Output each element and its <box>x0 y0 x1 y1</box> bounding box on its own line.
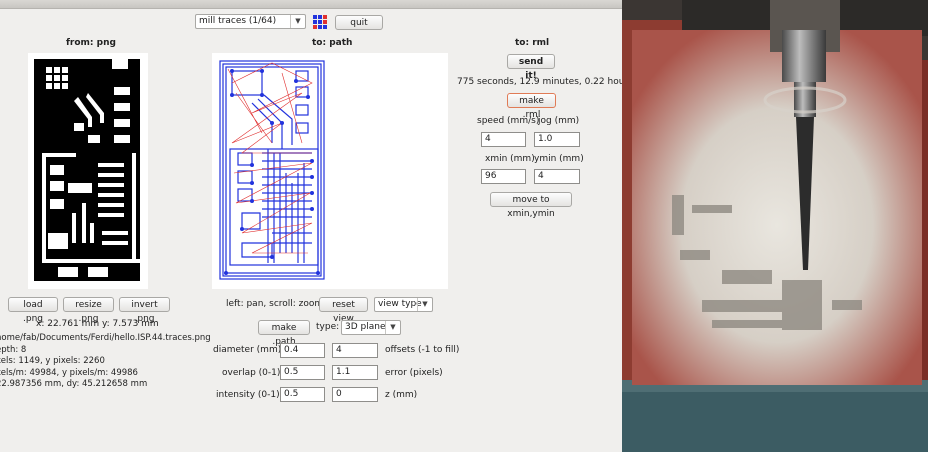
color-grid-icon[interactable] <box>312 14 328 30</box>
png-info-line: home/fab/Documents/Ferdi/hello.ISP.44.tr… <box>0 333 211 343</box>
chevron-down-icon: ▼ <box>290 15 305 28</box>
diameter-label: diameter (mm) <box>213 345 282 355</box>
jog-input[interactable]: 1.0 <box>534 132 580 147</box>
type-label: type: <box>316 322 340 332</box>
make-path-button[interactable]: make .path <box>258 320 310 347</box>
process-select-value: mill traces (1/64) <box>199 16 277 26</box>
offsets-input[interactable]: 4 <box>332 343 378 358</box>
type-select-value: 3D plane <box>345 322 386 332</box>
jog-label: jog (mm) <box>538 116 580 126</box>
milling-photo <box>622 0 928 452</box>
xmin-label: xmin (mm) <box>485 154 535 164</box>
png-info-line: 22.987356 mm, dy: 45.212658 mm <box>0 379 148 389</box>
diameter-input[interactable]: 0.4 <box>280 343 325 358</box>
load-png-button[interactable]: load .png <box>8 297 58 324</box>
intensity-input[interactable]: 0.5 <box>280 387 325 402</box>
png-info-line: xels/m: 49984, y pixels/m: 49986 <box>0 367 138 378</box>
window-top-bar <box>0 0 622 9</box>
overlap-label: overlap (0-1) <box>222 368 281 378</box>
ymin-input[interactable]: 4 <box>534 169 580 184</box>
z-input[interactable]: 0 <box>332 387 378 402</box>
view-type-select[interactable]: view type ▼ <box>374 297 433 312</box>
fab-modules-window: mill traces (1/64) ▼ quit from: png to: … <box>0 0 622 452</box>
png-info-line: xels: 1149, y pixels: 2260 <box>0 356 105 366</box>
reset-view-button[interactable]: reset view <box>319 297 368 324</box>
png-info-line: epth: 8 <box>0 344 27 355</box>
png-preview-canvas[interactable] <box>28 53 148 289</box>
error-input[interactable]: 1.1 <box>332 365 378 380</box>
pan-zoom-hint: left: pan, scroll: zoom <box>226 299 324 309</box>
speed-label: speed (mm/s) <box>477 116 540 126</box>
resize-png-button[interactable]: resize .png <box>63 297 114 324</box>
quit-button[interactable]: quit <box>335 15 383 30</box>
z-label: z (mm) <box>385 390 418 400</box>
chevron-down-icon: ▼ <box>417 298 432 311</box>
type-select[interactable]: 3D plane ▼ <box>341 320 401 335</box>
to-rml-title: to: rml <box>515 38 550 48</box>
error-label: error (pixels) <box>385 368 443 378</box>
chevron-down-icon: ▼ <box>385 321 400 334</box>
send-it-button[interactable]: send it! <box>507 54 555 81</box>
xmin-input[interactable]: 96 <box>481 169 526 184</box>
view-type-value: view type <box>378 299 422 309</box>
overlap-input[interactable]: 0.5 <box>280 365 325 380</box>
ymin-label: ymin (mm) <box>534 154 584 164</box>
invert-png-button[interactable]: invert .png <box>119 297 170 324</box>
from-png-title: from: png <box>66 38 116 48</box>
process-select[interactable]: mill traces (1/64) ▼ <box>195 14 306 29</box>
move-to-xmin-ymin-button[interactable]: move to xmin,ymin <box>490 192 572 219</box>
intensity-label: intensity (0-1) <box>216 390 280 400</box>
path-preview-canvas[interactable] <box>212 53 448 289</box>
time-estimate: 775 seconds, 12.9 minutes, 0.22 hours <box>457 77 622 87</box>
speed-input[interactable]: 4 <box>481 132 526 147</box>
png-info: home/fab/Documents/Ferdi/hello.ISP.44.tr… <box>0 333 211 391</box>
offsets-label: offsets (-1 to fill) <box>385 345 460 355</box>
make-rml-button[interactable]: make .rml <box>507 93 556 120</box>
to-path-title: to: path <box>312 38 353 48</box>
cursor-coords: x: 22.761 mm y: 7.573 mm <box>36 319 159 329</box>
